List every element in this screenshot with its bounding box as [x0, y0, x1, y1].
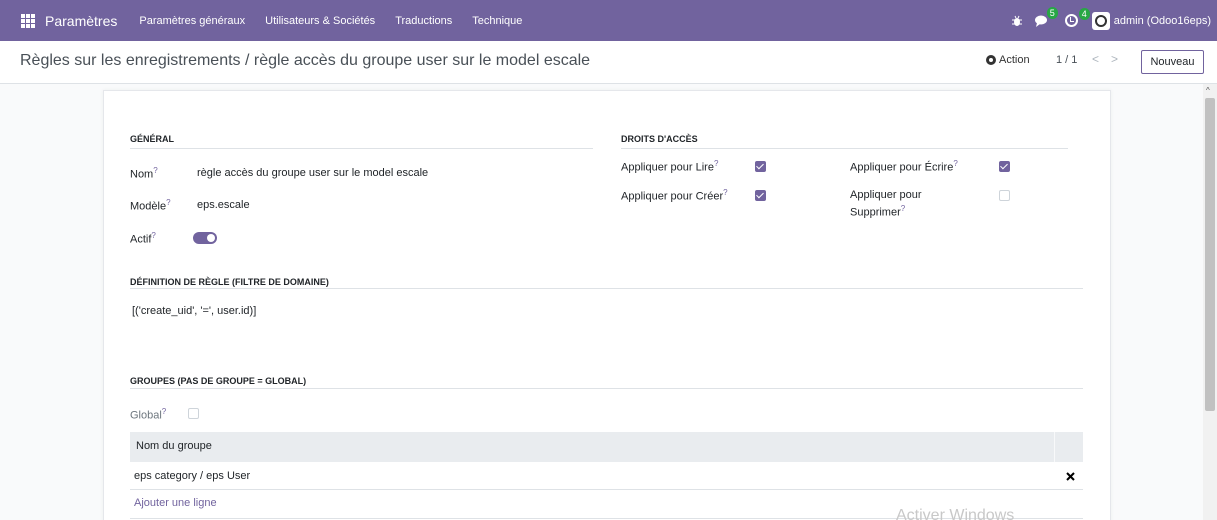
menu-item-translations[interactable]: Traductions: [395, 15, 452, 27]
pager-previous-icon[interactable]: <: [1092, 52, 1099, 66]
section-domain-title: DÉFINITION DE RÈGLE (FILTRE DE DOMAINE): [130, 277, 329, 287]
read-label: Appliquer pour Lire?: [621, 159, 719, 174]
add-line-link[interactable]: Ajouter une ligne: [134, 497, 217, 509]
delete-row-icon[interactable]: [1066, 472, 1075, 481]
breadcrumb[interactable]: Règles sur les enregistrements / règle a…: [20, 52, 590, 70]
name-field[interactable]: règle accès du groupe user sur le model …: [197, 167, 428, 179]
control-panel: Règles sur les enregistrements / règle a…: [0, 41, 1217, 84]
systray: 5 4 admin (Odoo16eps): [1011, 0, 1217, 41]
windows-activation-watermark: Activer Windows: [896, 507, 1015, 520]
user-avatar[interactable]: [1091, 11, 1110, 30]
apps-menu-icon[interactable]: [21, 13, 35, 28]
activity-clock-icon[interactable]: 4: [1064, 8, 1090, 27]
new-record-button[interactable]: Nouveau: [1141, 50, 1204, 74]
column-separator: [1054, 432, 1055, 462]
pager-value[interactable]: 1 / 1: [1056, 54, 1077, 66]
delete-label: Appliquer pour Supprimer?: [850, 189, 922, 219]
table-row[interactable]: eps category / eps User: [130, 462, 1083, 490]
main-menu: Paramètres généraux Utilisateurs & Socié…: [129, 15, 532, 27]
scroll-up-arrow-icon[interactable]: ^: [1206, 86, 1210, 95]
create-label: Appliquer pour Créer?: [621, 188, 728, 203]
group-name-cell[interactable]: eps category / eps User: [134, 470, 250, 482]
menu-item-users-companies[interactable]: Utilisateurs & Sociétés: [265, 15, 375, 27]
activities-count-badge: 4: [1078, 8, 1090, 20]
name-label: Nom?: [130, 166, 158, 181]
menu-item-technical[interactable]: Technique: [472, 15, 522, 27]
section-access-title: DROITS D'ACCÈS: [621, 134, 698, 144]
messaging-icon[interactable]: 5: [1034, 6, 1058, 27]
active-toggle[interactable]: [193, 232, 217, 244]
section-general-title: GÉNÉRAL: [130, 134, 175, 144]
scrollbar-thumb[interactable]: [1205, 98, 1215, 411]
messages-count-badge: 5: [1046, 6, 1058, 19]
avatar-icon: [1094, 14, 1107, 27]
section-access-separator: [621, 148, 1068, 149]
top-navbar: Paramètres Paramètres généraux Utilisate…: [0, 0, 1217, 41]
section-groups-title: GROUPES (PAS DE GROUPE = GLOBAL): [130, 376, 307, 386]
action-button[interactable]: Action: [986, 54, 1030, 66]
active-label: Actif?: [130, 231, 156, 246]
action-button-label: Action: [999, 54, 1030, 66]
menu-item-general-settings[interactable]: Paramètres généraux: [139, 15, 245, 27]
global-label: Global?: [130, 407, 167, 422]
read-checkbox[interactable]: [755, 161, 766, 172]
form-sheet: GÉNÉRAL Nom? règle accès du groupe user …: [103, 90, 1111, 520]
gear-icon: [986, 55, 996, 65]
model-label: Modèle?: [130, 198, 171, 213]
column-header-group-name[interactable]: Nom du groupe: [136, 440, 212, 452]
model-field[interactable]: eps.escale: [197, 199, 250, 211]
user-menu[interactable]: admin (Odoo16eps): [1114, 15, 1211, 27]
write-checkbox[interactable]: [999, 161, 1010, 172]
section-general-separator: [130, 148, 593, 149]
global-checkbox[interactable]: [188, 408, 199, 419]
page-scrollbar[interactable]: ^: [1203, 84, 1217, 520]
delete-checkbox[interactable]: [999, 190, 1010, 201]
domain-filter-field[interactable]: [('create_uid', '=', user.id)]: [132, 305, 256, 317]
section-groups-separator: [130, 388, 1083, 389]
section-domain-separator: [130, 288, 1083, 289]
create-checkbox[interactable]: [755, 190, 766, 201]
pager-next-icon[interactable]: >: [1111, 52, 1118, 66]
app-name[interactable]: Paramètres: [45, 13, 117, 29]
write-label: Appliquer pour Écrire?: [850, 159, 958, 174]
groups-table-header: Nom du groupe: [130, 432, 1083, 462]
bug-icon[interactable]: [1011, 15, 1023, 27]
